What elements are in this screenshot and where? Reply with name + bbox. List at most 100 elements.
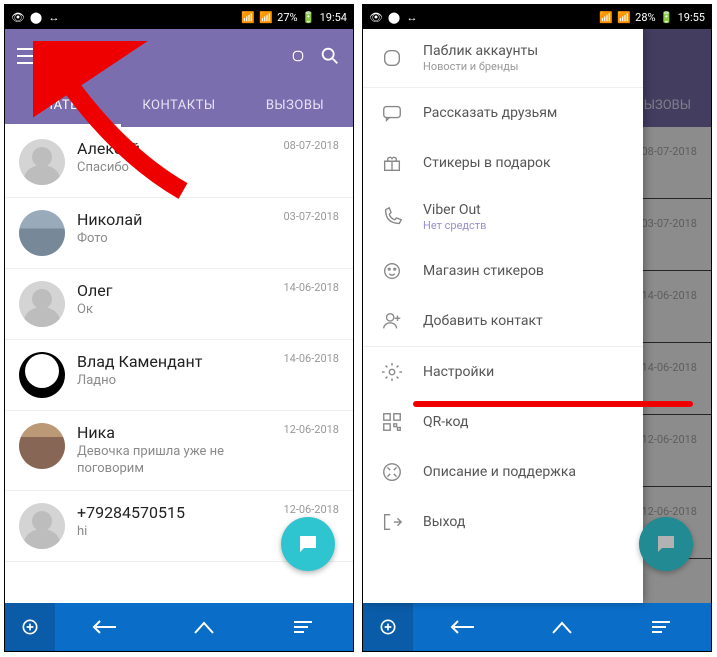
- avatar[interactable]: [19, 210, 65, 256]
- wifi-icon: 📶: [241, 10, 255, 24]
- avatar[interactable]: [19, 352, 65, 398]
- search-icon[interactable]: [319, 45, 341, 67]
- app-title: Viber: [53, 46, 277, 67]
- sticker-icon: [381, 260, 403, 282]
- drawer-item-label: Настройки: [423, 364, 625, 380]
- chat-preview: Ок: [77, 302, 271, 319]
- support-icon: [381, 461, 403, 483]
- app-icon: ⬤: [387, 10, 401, 24]
- drawer-item-gift[interactable]: Стикеры в подарок: [363, 138, 643, 188]
- chat-date: 12-06-2018: [283, 503, 339, 516]
- viber-logo-icon[interactable]: [291, 49, 305, 63]
- chat-date: 08-07-2018: [283, 139, 339, 152]
- chat-preview: Девочка пришла уже не поговорим: [77, 444, 271, 478]
- drawer-item-label: Стикеры в подарок: [423, 155, 625, 171]
- signal-icon: 📶: [617, 10, 631, 24]
- phone-right: 👁 ⬤ ↔ 📶 📶 28% 🔋 19:55 ВЫЗОВЫ 08-07-20180…: [362, 4, 712, 652]
- battery-percent: 28%: [635, 11, 655, 24]
- teamviewer-icon: ↔: [405, 10, 419, 24]
- avatar[interactable]: [19, 139, 65, 185]
- tab-chats[interactable]: ЧАТЫ: [5, 83, 121, 127]
- clock: 19:55: [678, 11, 705, 24]
- new-chat-fab[interactable]: [281, 517, 335, 571]
- battery-icon: 🔋: [302, 10, 316, 24]
- drawer-item-label: Добавить контакт: [423, 313, 625, 329]
- tab-calls[interactable]: ВЫЗОВЫ: [237, 83, 353, 127]
- nav-home-icon[interactable]: [512, 603, 611, 651]
- drawer-item-label: Описание и поддержка: [423, 464, 625, 480]
- clock: 19:54: [320, 11, 347, 24]
- chat-row[interactable]: Влад Камендант Ладно 14-06-2018: [5, 340, 353, 411]
- drawer-item-label: Магазин стикеров: [423, 263, 625, 279]
- chat-preview: hi: [77, 524, 271, 541]
- nav-back-icon[interactable]: [55, 603, 154, 651]
- tabs: ЧАТЫ КОНТАКТЫ ВЫЗОВЫ: [5, 83, 353, 127]
- drawer-item-sticker[interactable]: Магазин стикеров: [363, 246, 643, 296]
- app-icon: ⬤: [29, 10, 43, 24]
- chat-name: Влад Камендант: [77, 352, 271, 371]
- chat-date: 14-06-2018: [283, 352, 339, 365]
- chat-name: Олег: [77, 281, 271, 300]
- exit-icon: [381, 511, 403, 533]
- chat-name: Алексей: [77, 139, 271, 158]
- avatar[interactable]: [19, 423, 65, 469]
- viber-icon: [381, 47, 403, 69]
- phone-icon: [381, 206, 403, 228]
- battery-icon: 🔋: [660, 10, 674, 24]
- new-chat-fab[interactable]: [639, 517, 693, 571]
- addcontact-icon: [381, 310, 403, 332]
- nav-home-icon[interactable]: [154, 603, 253, 651]
- chat-preview: Фото: [77, 231, 271, 248]
- drawer-item-viber[interactable]: Паблик аккаунтыНовости и бренды: [363, 29, 643, 88]
- chat-date: 14-06-2018: [283, 281, 339, 294]
- chat-row[interactable]: Алексей Спасибо 08-07-2018: [5, 127, 353, 198]
- drawer-item-addcontact[interactable]: Добавить контакт: [363, 296, 643, 347]
- drawer-item-label: QR-код: [423, 414, 625, 430]
- chat-bubble-icon: [296, 532, 320, 556]
- eye-icon: 👁: [11, 10, 25, 24]
- android-navbar: [5, 603, 353, 651]
- navigation-drawer[interactable]: Паблик аккаунтыНовости и бренды Рассказа…: [363, 29, 643, 603]
- drawer-item-chat[interactable]: Рассказать друзьям: [363, 88, 643, 138]
- chat-bubble-icon: [654, 532, 678, 556]
- signal-icon: 📶: [259, 10, 273, 24]
- tab-contacts[interactable]: КОНТАКТЫ: [121, 83, 237, 127]
- app-header: Viber: [5, 29, 353, 83]
- chat-preview: Ладно: [77, 373, 271, 390]
- qr-icon: [381, 411, 403, 433]
- chat-row[interactable]: Олег Ок 14-06-2018: [5, 269, 353, 340]
- drawer-item-support[interactable]: Описание и поддержка: [363, 447, 643, 497]
- chat-preview: Спасибо: [77, 160, 271, 177]
- statusbar: 👁 ⬤ ↔ 📶 📶 27% 🔋 19:54: [5, 5, 353, 29]
- avatar[interactable]: [19, 281, 65, 327]
- android-navbar: [363, 603, 711, 651]
- drawer-item-gear[interactable]: Настройки: [363, 347, 643, 397]
- bg-tab-calls: ВЫЗОВЫ: [636, 98, 691, 113]
- teamviewer-icon: ↔: [47, 10, 61, 24]
- chat-icon: [381, 102, 403, 124]
- nav-recent-icon[interactable]: [254, 603, 353, 651]
- hamburger-menu-icon[interactable]: [17, 48, 39, 64]
- drawer-item-phone[interactable]: Viber OutНет средств: [363, 188, 643, 246]
- drawer-item-label: Viber Out: [423, 202, 625, 218]
- annotation-underline: [413, 401, 693, 407]
- nav-app-icon[interactable]: [5, 603, 55, 651]
- drawer-item-label: Рассказать друзьям: [423, 105, 625, 121]
- drawer-item-exit[interactable]: Выход: [363, 497, 643, 547]
- chat-row[interactable]: Ника Девочка пришла уже не поговорим 12-…: [5, 411, 353, 491]
- chat-row[interactable]: Николай Фото 03-07-2018: [5, 198, 353, 269]
- chat-name: Николай: [77, 210, 271, 229]
- nav-recent-icon[interactable]: [612, 603, 711, 651]
- chat-name: +79284570515: [77, 503, 271, 522]
- statusbar: 👁 ⬤ ↔ 📶 📶 28% 🔋 19:55: [363, 5, 711, 29]
- drawer-item-subtitle: Новости и бренды: [423, 60, 625, 73]
- avatar[interactable]: [19, 503, 65, 549]
- drawer-item-label: Выход: [423, 514, 625, 530]
- chat-date: 03-07-2018: [283, 210, 339, 223]
- nav-app-icon[interactable]: [363, 603, 413, 651]
- nav-back-icon[interactable]: [413, 603, 512, 651]
- drawer-item-subtitle: Нет средств: [423, 219, 625, 232]
- gear-icon: [381, 361, 403, 383]
- chat-date: 12-06-2018: [283, 423, 339, 436]
- eye-icon: 👁: [369, 10, 383, 24]
